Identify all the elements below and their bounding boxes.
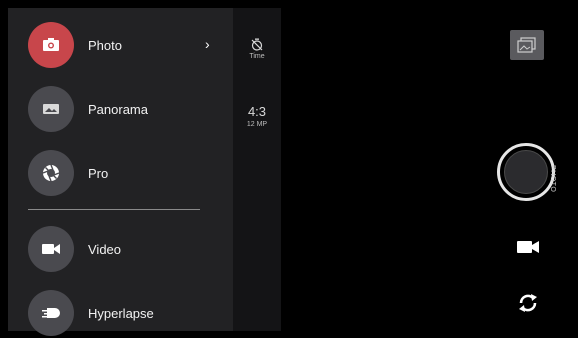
timer-off-icon: [233, 38, 281, 51]
aperture-icon: [28, 150, 74, 196]
mode-item-photo[interactable]: Photo: [28, 20, 228, 70]
resolution-value: 12 MP: [246, 121, 268, 128]
chevron-right-icon[interactable]: ›: [205, 36, 210, 52]
panorama-icon: [28, 86, 74, 132]
record-video-button[interactable]: [513, 236, 543, 258]
menu-divider: [28, 209, 200, 210]
mode-label-hyperlapse: Hyperlapse: [88, 305, 154, 321]
timer-label: Time: [249, 53, 265, 60]
camera-icon: [28, 22, 74, 68]
mode-label-video: Video: [88, 241, 122, 257]
video-camera-icon: [28, 226, 74, 272]
aspect-ratio-value: 4:3: [247, 104, 267, 119]
mode-label-photo: Photo: [88, 37, 122, 53]
switch-camera-button[interactable]: [513, 290, 543, 316]
shutter-icon: [504, 150, 548, 194]
mode-item-panorama[interactable]: Panorama: [28, 84, 228, 134]
video-camera-icon: [517, 241, 539, 253]
camera-screen: Photo › Panorama Pro Video Hyperlapse Ti…: [0, 0, 578, 336]
mode-label-pro: Pro: [88, 165, 109, 181]
viewfinder[interactable]: [281, 8, 497, 331]
switch-camera-icon: [519, 294, 537, 312]
mode-item-pro[interactable]: Pro: [28, 148, 228, 198]
current-mode-label: PHOTO: [549, 165, 556, 193]
mode-item-video[interactable]: Video: [28, 224, 228, 274]
hyperlapse-icon: [28, 290, 74, 336]
aspect-ratio-setting[interactable]: 4:3 12 MP: [233, 105, 281, 129]
mode-label-panorama: Panorama: [88, 101, 148, 117]
gallery-thumbnail-icon[interactable]: [510, 30, 544, 60]
timer-setting[interactable]: Time: [233, 38, 281, 61]
